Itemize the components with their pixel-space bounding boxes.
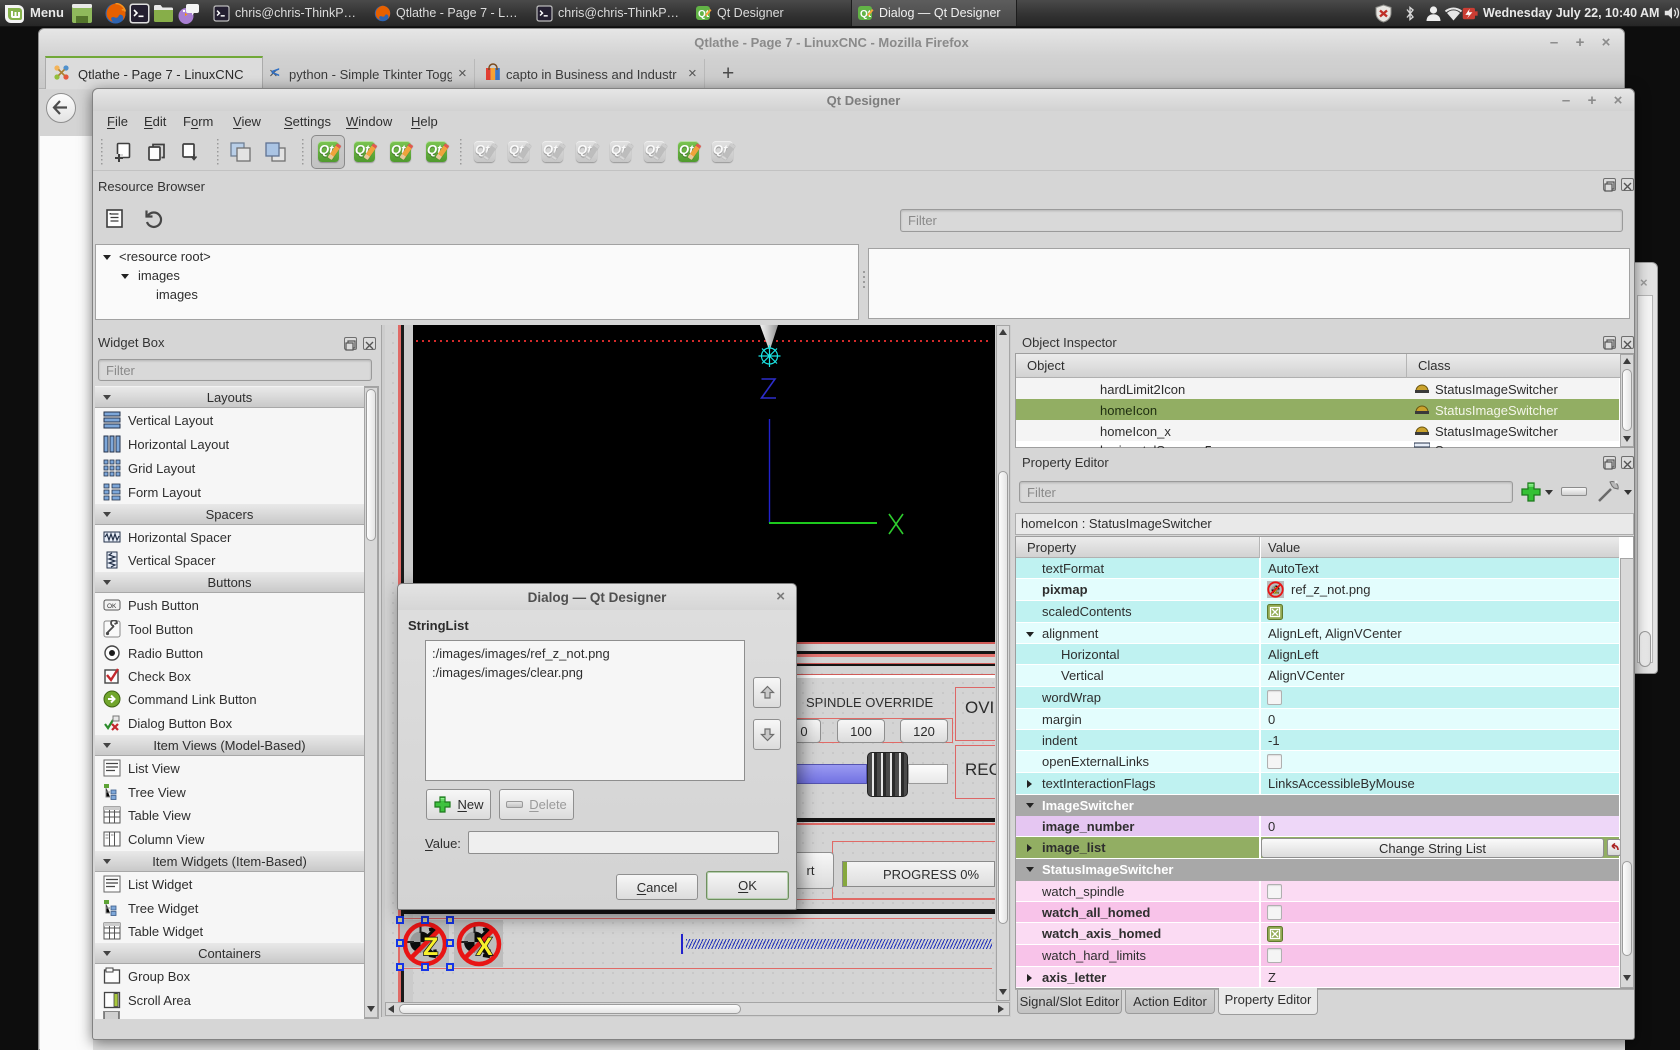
svg-text:X: X [476, 933, 493, 961]
svg-text:Z: Z [423, 933, 438, 961]
svg-text:Qt: Qt [698, 9, 710, 20]
svg-text:OK: OK [107, 603, 117, 610]
svg-text:Qt: Qt [860, 9, 872, 20]
